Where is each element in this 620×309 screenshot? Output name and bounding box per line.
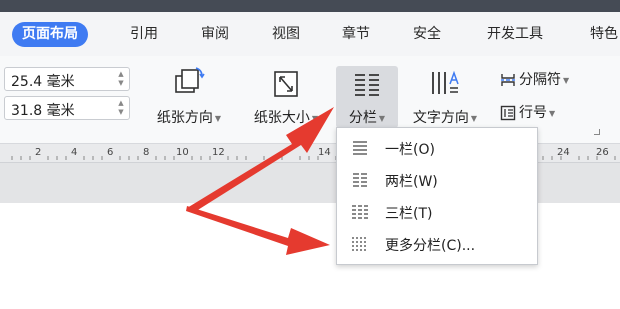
chevron-down-icon: ▼	[549, 108, 556, 118]
orientation-label: 纸张方向	[156, 110, 213, 126]
ruler-label: 8	[143, 147, 150, 158]
one-column-icon	[353, 141, 367, 155]
menu-item-label: 更多分栏(C)...	[385, 238, 476, 254]
menu-item-more-columns[interactable]: 更多分栏(C)...	[337, 229, 537, 259]
more-columns-icon	[352, 237, 366, 251]
chevron-down-icon: ▼	[563, 75, 570, 85]
margin-top-value: 25.4 毫米	[11, 74, 75, 90]
line-number-icon	[500, 105, 516, 121]
dialog-launcher-icon[interactable]	[594, 129, 600, 135]
spin-arrows-icon[interactable]: ▲ ▼	[116, 70, 126, 88]
spin-arrows-icon[interactable]: ▲ ▼	[116, 99, 126, 117]
text-direction-icon	[432, 70, 459, 94]
ruler-label: 26	[596, 147, 609, 158]
menu-item-one-column[interactable]: 一栏(O)	[337, 133, 537, 163]
columns-dropdown-menu: 一栏(O) 两栏(W) 三栏(T) 更多分栏(C)...	[336, 127, 538, 265]
break-button[interactable]: 分隔符 ▼	[500, 69, 569, 91]
window-top-bar	[0, 0, 620, 12]
tab-developer-tools[interactable]: 开发工具	[487, 22, 543, 47]
tab-page-layout[interactable]: 页面布局	[12, 22, 88, 47]
tab-features[interactable]: 特色	[590, 22, 618, 47]
chevron-down-icon: ▼	[311, 113, 319, 123]
page-break-icon	[501, 74, 515, 86]
menu-item-label: 三栏(T)	[385, 206, 433, 222]
tab-security[interactable]: 安全	[413, 22, 441, 47]
ruler-label: 10	[176, 147, 189, 158]
columns-icon	[355, 74, 379, 96]
tab-references[interactable]: 引用	[130, 22, 158, 47]
chevron-down-icon: ▼	[214, 113, 222, 123]
columns-label: 分栏	[348, 110, 377, 126]
ruler-label: 4	[71, 147, 78, 158]
paper-size-icon	[274, 71, 298, 97]
tab-view[interactable]: 视图	[272, 22, 300, 47]
ruler-label: 14	[318, 147, 331, 158]
margin-bottom-input[interactable]: 31.8 毫米 ▲ ▼	[4, 96, 130, 120]
ruler-label: 2	[35, 147, 42, 158]
menu-item-label: 一栏(O)	[385, 142, 435, 158]
line-number-label: 行号	[519, 105, 547, 121]
chevron-down-icon: ▼	[470, 113, 478, 123]
paper-size-button[interactable]: 纸张大小 ▼	[243, 60, 329, 126]
tab-section[interactable]: 章节	[342, 22, 370, 47]
ruler-label: 12	[212, 147, 225, 158]
paper-size-label: 纸张大小	[253, 110, 310, 126]
menu-item-three-columns[interactable]: 三栏(T)	[337, 197, 537, 227]
line-number-button[interactable]: 行号 ▼	[500, 102, 555, 124]
break-label: 分隔符	[519, 72, 561, 88]
text-direction-button[interactable]: 文字方向 ▼	[402, 60, 488, 126]
text-direction-label: 文字方向	[412, 110, 469, 126]
ruler-label: 24	[557, 147, 570, 158]
orientation-button[interactable]: 纸张方向 ▼	[146, 60, 232, 126]
menu-item-label: 两栏(W)	[385, 174, 438, 190]
margin-bottom-value: 31.8 毫米	[11, 103, 75, 119]
ruler-label: 6	[107, 147, 114, 158]
columns-button[interactable]: 分栏 ▼	[336, 66, 398, 128]
chevron-down-icon: ▼	[378, 113, 386, 123]
three-column-icon	[352, 205, 368, 219]
two-column-icon	[353, 173, 367, 187]
margin-top-input[interactable]: 25.4 毫米 ▲ ▼	[4, 67, 130, 91]
tab-review[interactable]: 审阅	[201, 22, 229, 47]
page-orientation-icon	[175, 67, 205, 93]
menu-item-two-columns[interactable]: 两栏(W)	[337, 165, 537, 195]
ribbon-tab-bar: 页面布局 引用 审阅 视图 章节 安全 开发工具 特色	[0, 12, 620, 56]
